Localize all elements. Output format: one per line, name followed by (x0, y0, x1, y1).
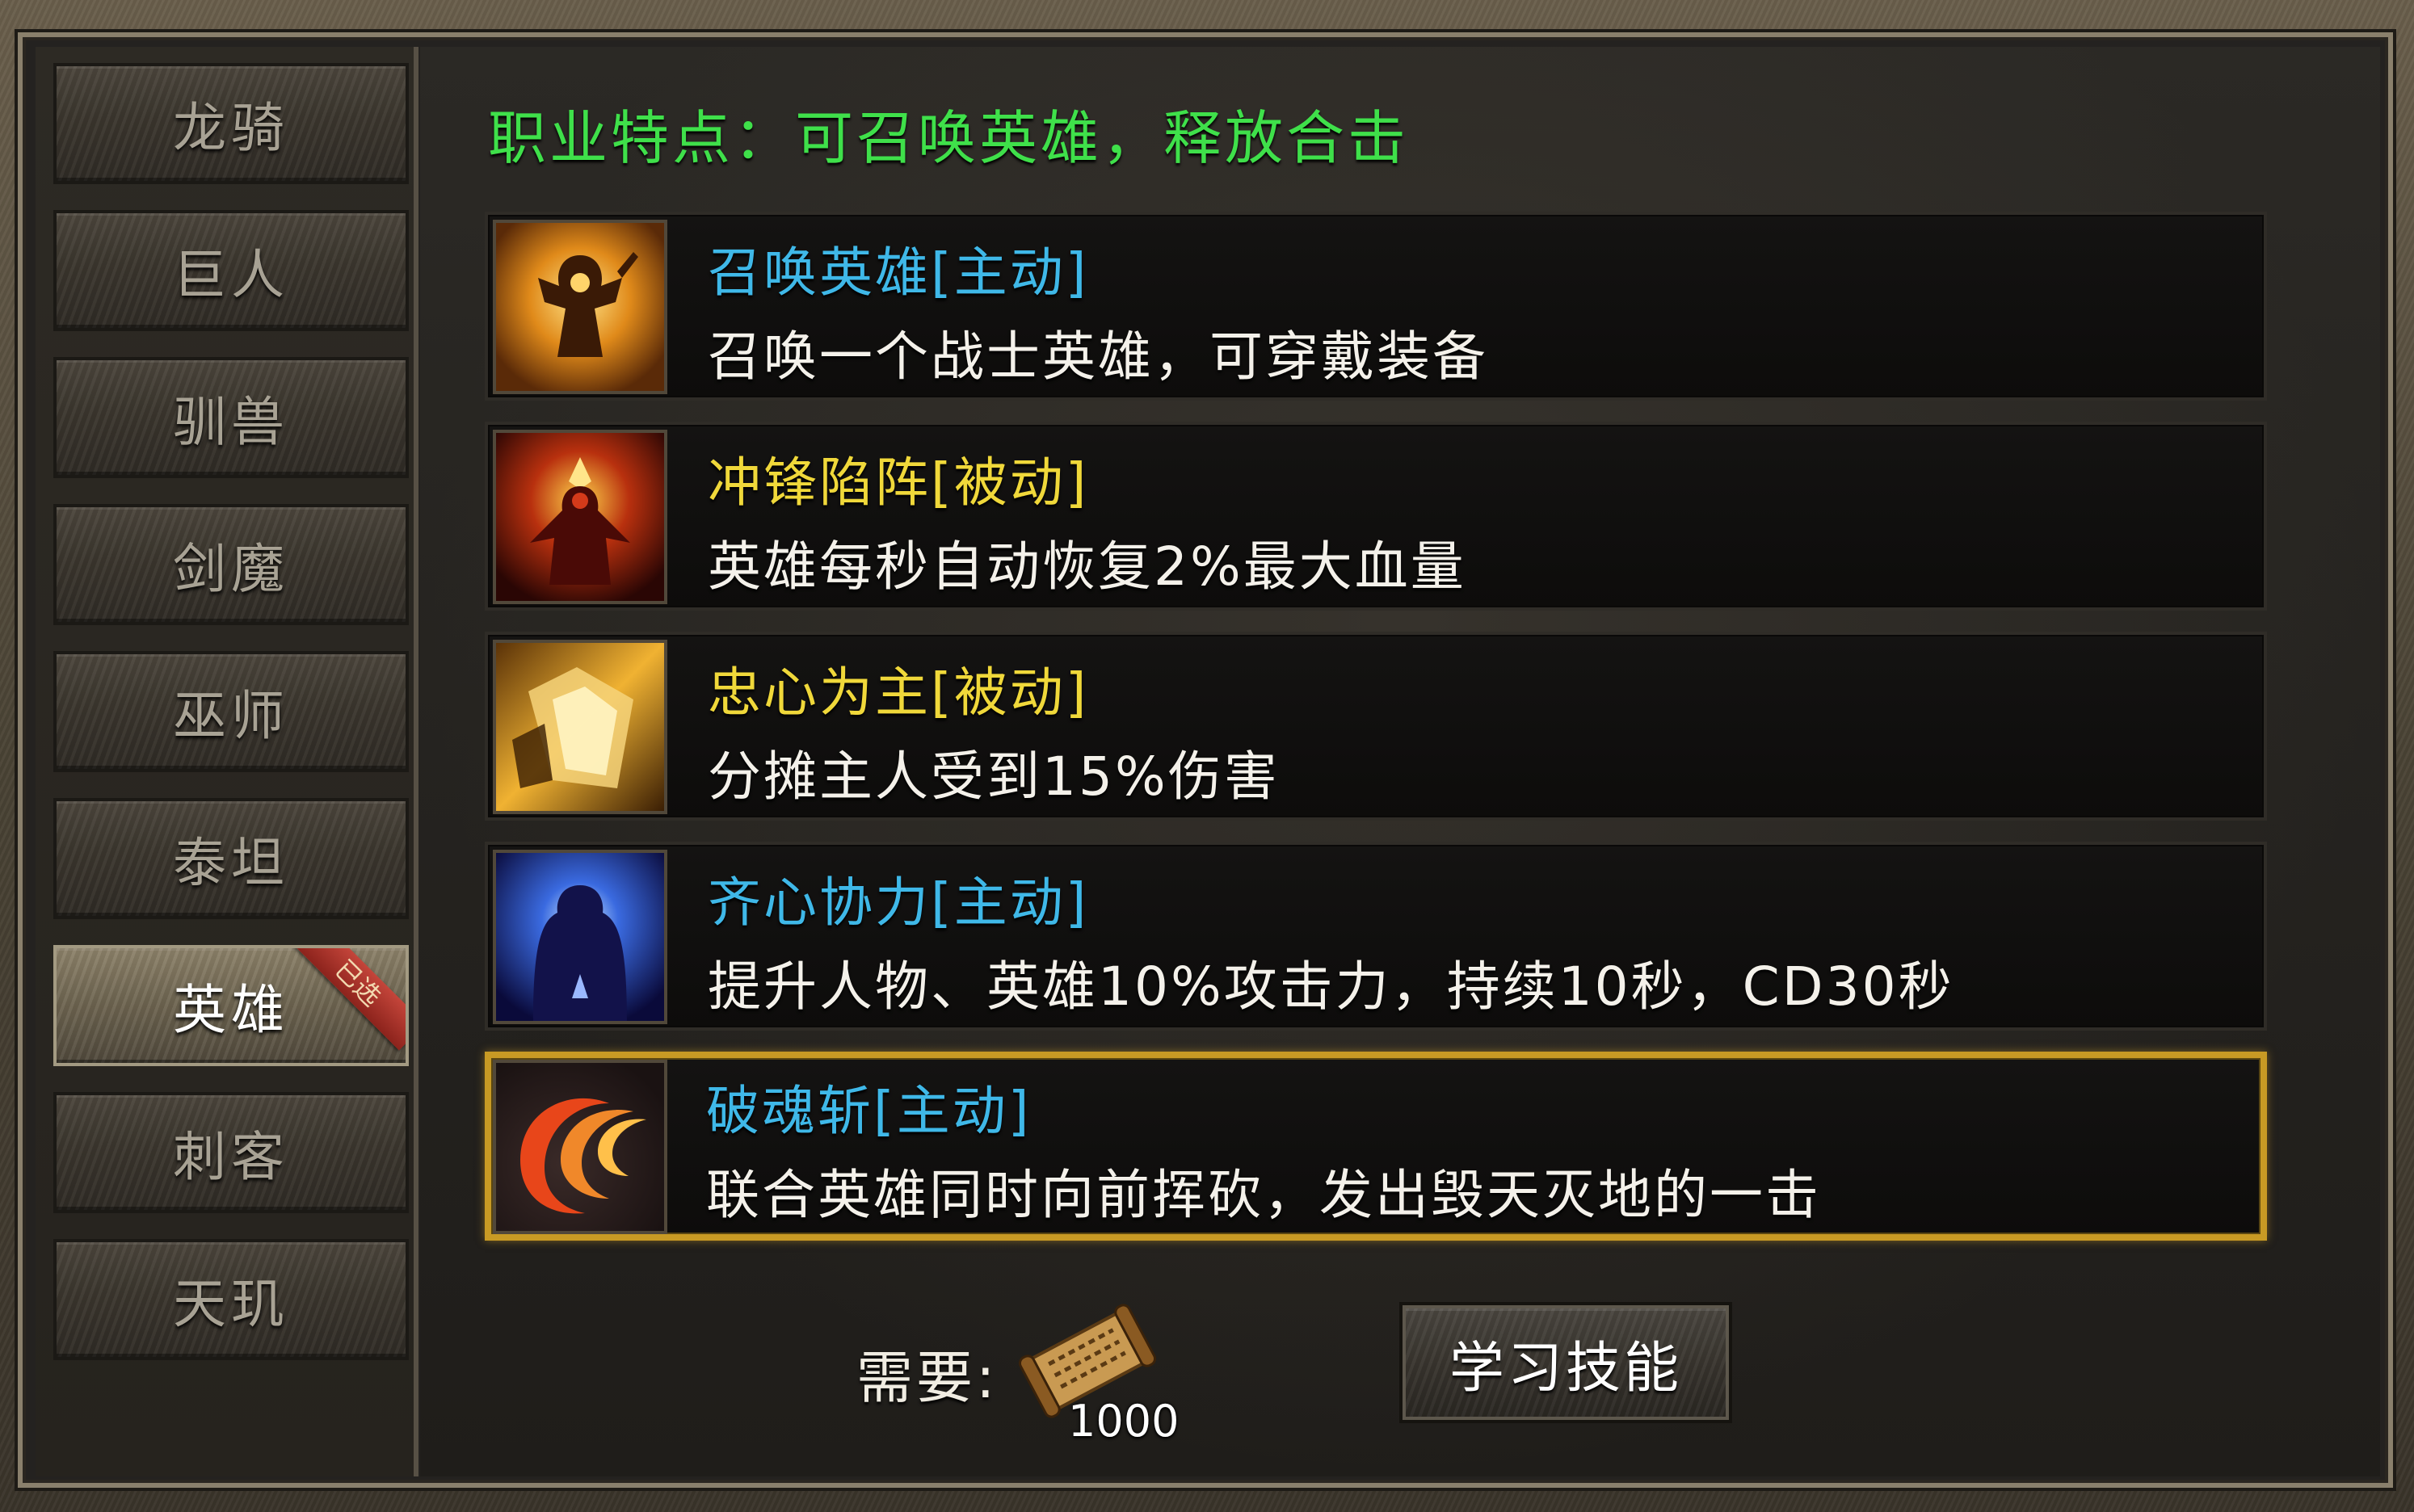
summon-hero-icon (493, 220, 667, 394)
tab-titan[interactable]: 泰坦 (53, 798, 409, 919)
requirement-count: 1000 (1068, 1396, 1180, 1447)
skill-row-loyalty[interactable]: 忠心为主[被动] 分摊主人受到15%伤害 (485, 632, 2267, 821)
tab-beast-tamer[interactable]: 驯兽 (53, 357, 409, 478)
tab-label: 龙骑 (173, 97, 289, 159)
selected-badge: 已选 (290, 948, 406, 1051)
loyalty-icon (493, 640, 667, 814)
skill-description: 召唤一个战士英雄，可穿戴装备 (708, 326, 1488, 388)
tab-label: 泰坦 (173, 832, 289, 894)
tab-label: 巫师 (173, 685, 289, 747)
skill-description: 提升人物、英雄10%攻击力，持续10秒，CD30秒 (708, 956, 1954, 1018)
tab-label: 天玑 (173, 1273, 289, 1335)
tab-label: 剑魔 (173, 538, 289, 600)
tab-label: 巨人 (173, 244, 289, 306)
tab-dragon-knight[interactable]: 龙骑 (53, 63, 409, 184)
skill-description: 分摊主人受到15%伤害 (708, 746, 1280, 808)
tab-label: 英雄 (173, 979, 289, 1041)
skill-row-charge[interactable]: 冲锋陷阵[被动] 英雄每秒自动恢复2%最大血量 (485, 422, 2267, 611)
skill-name: 忠心为主[被动] (708, 662, 1089, 724)
skill-name: 破魂斩[主动] (706, 1080, 1032, 1142)
tab-label: 刺客 (173, 1126, 289, 1188)
tab-label: 驯兽 (173, 391, 289, 453)
skill-description: 英雄每秒自动恢复2%最大血量 (708, 536, 1466, 598)
teamwork-icon (493, 850, 667, 1024)
skill-row-soul-break[interactable]: 破魂斩[主动] 联合英雄同时向前挥砍，发出毁天灭地的一击 (485, 1052, 2267, 1241)
soul-break-icon (493, 1060, 667, 1234)
tab-wizard[interactable]: 巫师 (53, 651, 409, 772)
skill-name: 召唤英雄[主动] (708, 242, 1089, 304)
learn-skill-button[interactable]: 学习技能 (1403, 1305, 1729, 1420)
tab-assassin[interactable]: 刺客 (53, 1092, 409, 1213)
skill-row-teamwork[interactable]: 齐心协力[主动] 提升人物、英雄10%攻击力，持续10秒，CD30秒 (485, 842, 2267, 1031)
tab-giant[interactable]: 巨人 (53, 210, 409, 331)
tab-tianji[interactable]: 天玑 (53, 1239, 409, 1360)
charge-icon (493, 430, 667, 604)
tab-sword-demon[interactable]: 剑魔 (53, 504, 409, 625)
tab-hero[interactable]: 英雄 已选 (53, 945, 409, 1066)
requirement-label: 需要: (856, 1345, 999, 1411)
skill-description: 联合英雄同时向前挥砍，发出毁天灭地的一击 (706, 1164, 1821, 1226)
class-trait-text: 职业特点：可召唤英雄，释放合击 (488, 104, 1410, 172)
skill-name: 冲锋陷阵[被动] (708, 452, 1089, 514)
skill-name: 齐心协力[主动] (708, 872, 1089, 934)
skill-row-summon-hero[interactable]: 召唤英雄[主动] 召唤一个战士英雄，可穿戴装备 (485, 212, 2267, 401)
class-sidebar: 龙骑 巨人 驯兽 剑魔 巫师 泰坦 英雄 已选 刺客 天玑 (36, 47, 418, 1476)
